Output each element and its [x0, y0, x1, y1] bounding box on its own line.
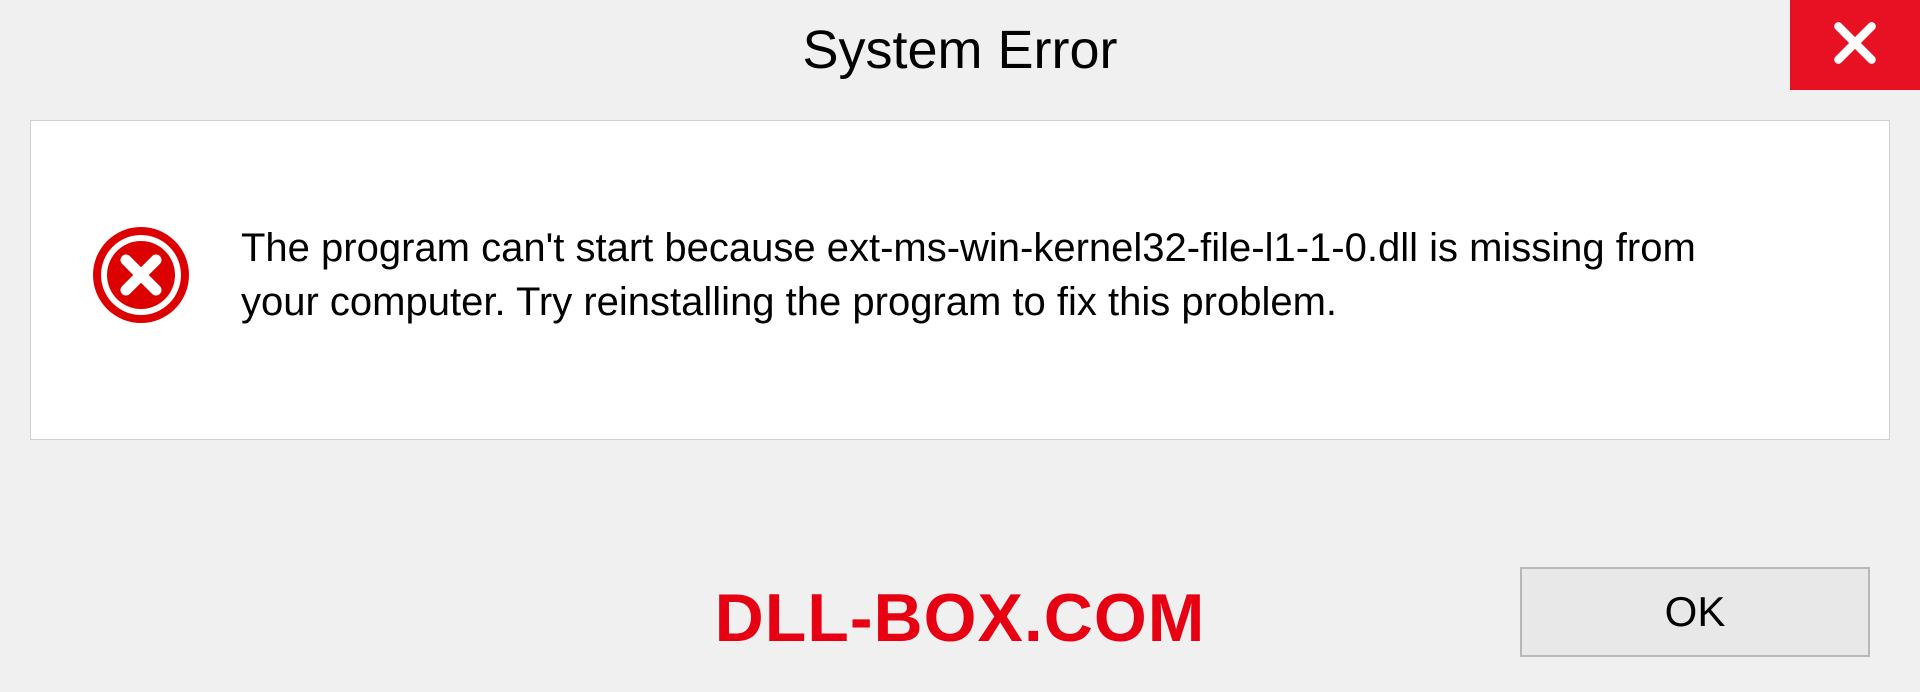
close-button[interactable] [1790, 0, 1920, 90]
dialog-content: The program can't start because ext-ms-w… [30, 120, 1890, 440]
ok-button[interactable]: OK [1520, 567, 1870, 657]
ok-button-label: OK [1665, 588, 1726, 636]
error-icon [91, 225, 191, 325]
error-message: The program can't start because ext-ms-w… [241, 221, 1741, 329]
watermark-text: DLL-BOX.COM [715, 579, 1206, 657]
dialog-footer: DLL-BOX.COM OK [0, 512, 1920, 692]
close-icon [1830, 18, 1880, 73]
dialog-titlebar: System Error [0, 0, 1920, 100]
dialog-title: System Error [802, 19, 1117, 81]
